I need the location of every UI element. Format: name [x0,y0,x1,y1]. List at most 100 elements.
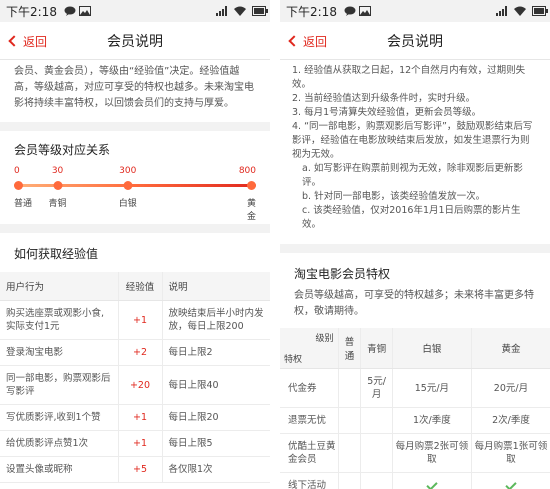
content-left: 会员、黄金会员），等级由“经验值”决定。经验值越高，等级越高，对应可享受的特权也… [0,60,270,483]
privilege-name-cell: 代金券 [280,368,338,408]
levels-title: 会员等级对应关系 [14,143,111,157]
privilege-name-cell: 线下活动 [280,472,338,489]
rule-item: 4. “同一部电影，购票观影后写影评”，鼓励观影结束后写影评，经验值在电影放映结… [292,121,533,160]
privilege-cell: 15元/月 [391,368,472,408]
col-header-note: 说明 [161,272,270,301]
note-cell: 每日上限5 [161,430,270,457]
battery-icon [532,6,548,16]
privilege-name-cell: 优酷土豆黄金会员 [280,433,338,473]
screen-left: 下午2:18 返回 会员说明 会员、黄金会员），等级由“经验值”决定。经验值越高… [0,0,270,489]
chevron-left-icon [288,35,300,47]
exp-table: 用户行为 经验值 说明 购买选座票或观影小食,实际支付1元 +1 放映结束后半小时内… [0,272,270,483]
image-icon [358,6,371,16]
status-time: 下午2:18 [286,4,337,19]
value-cell: +20 [117,365,162,405]
level-name: 青铜 [48,199,67,209]
section-separator [0,224,270,233]
col-header-gold: 黄金 [470,328,550,369]
privilege-cell: 每月购票1张可领取 [470,433,550,473]
privilege-cell [337,472,361,489]
table-row: 写优质影评,收到1个赞 +1 每日上限20 [0,404,270,431]
level-threshold: 800 [238,166,256,176]
privilege-cell: 2次/季度 [470,407,550,434]
privilege-table: 级别 特权 普通 青铜 白银 黄金 代金券 5元/月 15元/月 20元/月 退票无忧 1… [280,328,550,489]
col-header-value: 经验值 [117,272,162,301]
value-cell: +1 [117,300,162,340]
note-cell: 每日上限40 [161,365,270,405]
section-separator [280,244,550,253]
check-icon [426,479,438,489]
section-separator [0,122,270,131]
chat-icon [344,6,356,16]
content-right: 1. 经验值从获取之日起，12个自然月内有效，过期则失效。 2. 当前经验值达到升… [280,60,550,489]
back-button[interactable]: 返回 [8,22,47,60]
level-threshold: 30 [51,166,64,176]
table-row: 购买选座票或观影小食,实际支付1元 +1 放映结束后半小时内发放，每日上限200 [0,300,270,340]
back-button[interactable]: 返回 [288,22,328,60]
back-label: 返回 [303,34,328,49]
level-progress-track [14,184,256,187]
screen-right: 下午2:18 返回 会员说明 1. 经验值从获取之日起，12个自然月内有效，过期… [280,0,550,489]
action-cell: 给优质影评点赞1次 [0,430,118,457]
table-row: 代金券 5元/月 15元/月 20元/月 [280,368,550,408]
table-row: 登录淘宝电影 +2 每日上限2 [0,339,270,366]
value-cell: +5 [117,456,162,483]
privilege-cell [337,407,361,434]
value-cell: +2 [117,339,162,366]
rule-item: 2. 当前经验值达到升级条件时，实时升级。 [292,93,476,104]
rule-item: 3. 每月1号清算失效经验值，更新会员等级。 [292,107,482,118]
privilege-cell: 1次/季度 [391,407,472,434]
level-name: 普通 [14,199,33,209]
sub-rule-item: c. 该类经验值，仅对2016年1月1日后购票的影片生效。 [302,205,521,230]
privilege-title: 淘宝电影会员特权 [294,267,391,281]
pane-gap [270,0,280,489]
status-time: 下午2:18 [6,4,57,19]
status-bar: 下午2:18 [0,0,270,22]
level-threshold: 0 [14,166,20,176]
action-cell: 写优质影评,收到1个赞 [0,404,118,431]
table-row: 同一部电影，购票观影后写影评 +20 每日上限40 [0,365,270,405]
table-row: 退票无忧 1次/季度 2次/季度 [280,407,550,434]
col-header-normal: 普通 [337,328,361,369]
privilege-cell [360,472,393,489]
table-row: 优酷土豆黄金会员 每月购票2张可领取 每月购票1张可领取 [280,433,550,473]
nav-bar: 返回 会员说明 [0,22,270,60]
note-cell: 每日上限2 [161,339,270,366]
col-header-bronze: 青铜 [360,328,393,369]
level-dot [247,181,256,190]
level-bar: 0 普通 30 青铜 300 白银 800 黄金 [14,164,256,222]
note-cell: 每日上限20 [161,404,270,431]
exp-title: 如何获取经验值 [14,247,99,261]
privilege-cell [470,472,550,489]
col-header-action: 用户行为 [0,272,118,301]
chat-icon [64,6,76,16]
note-cell: 各仅限1次 [161,456,270,483]
note-cell: 放映结束后半小时内发放，每日上限200 [161,300,270,340]
status-bar: 下午2:18 [280,0,550,22]
level-dot [53,181,63,190]
privilege-cell: 每月购票2张可领取 [391,433,472,473]
image-icon [78,6,91,16]
privilege-desc: 会员等级越高，可享受的特权越多；未来将丰富更多特权，敬请期待。 [294,290,534,317]
nav-bar: 返回 会员说明 [280,22,550,60]
privilege-cell [360,433,393,473]
privilege-cell: 20元/月 [470,368,550,408]
value-cell: +1 [117,430,162,457]
rule-item: 1. 经验值从获取之日起，12个自然月内有效，过期则失效。 [292,65,526,90]
privilege-name-cell: 退票无忧 [280,407,338,434]
signal-icon [496,6,508,16]
privilege-cell [337,433,361,473]
check-icon [505,479,517,489]
col-header-silver: 白银 [391,328,472,369]
value-cell: +1 [117,404,162,431]
level-dot [14,181,23,190]
intro-text: 会员、黄金会员），等级由“经验值”决定。经验值越高，等级越高，对应可享受的特权也… [14,66,254,109]
level-threshold: 300 [119,166,137,176]
wifi-icon [514,6,526,16]
privilege-cell: 5元/月 [360,368,393,408]
action-cell: 同一部电影，购票观影后写影评 [0,365,118,405]
table-row: 设置头像或昵称 +5 各仅限1次 [0,456,270,483]
privilege-cell [360,407,393,434]
corner-privilege-label: 特权 [284,355,303,365]
action-cell: 设置头像或昵称 [0,456,118,483]
